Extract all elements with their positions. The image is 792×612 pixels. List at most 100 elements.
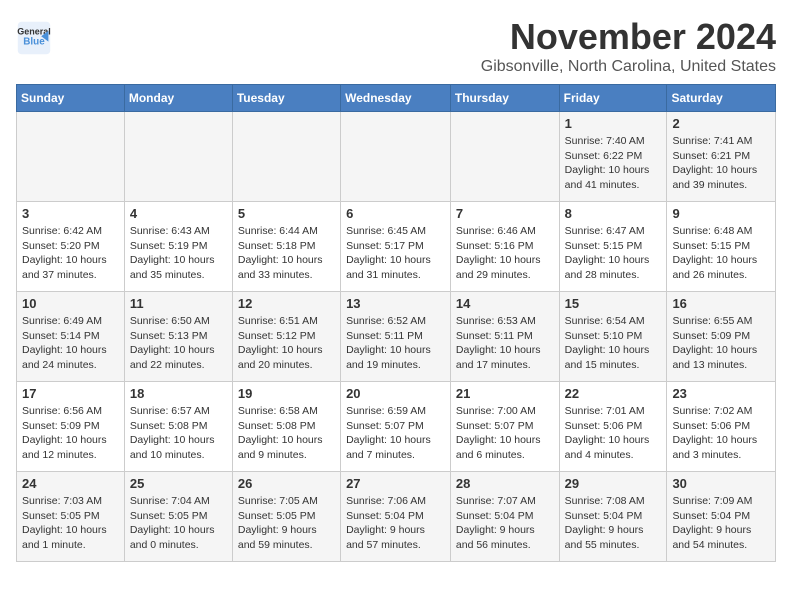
day-info: Sunrise: 6:43 AM Sunset: 5:19 PM Dayligh… bbox=[130, 224, 227, 283]
calendar-day-cell: 4 Sunrise: 6:43 AM Sunset: 5:19 PM Daylig… bbox=[124, 202, 232, 292]
calendar-day-cell: 11 Sunrise: 6:50 AM Sunset: 5:13 PM Dayli… bbox=[124, 292, 232, 382]
calendar-week-row: 10 Sunrise: 6:49 AM Sunset: 5:14 PM Dayli… bbox=[17, 292, 776, 382]
day-info: Sunrise: 6:56 AM Sunset: 5:09 PM Dayligh… bbox=[22, 404, 119, 463]
weekday-header: Saturday bbox=[667, 85, 776, 112]
calendar-day-cell: 12 Sunrise: 6:51 AM Sunset: 5:12 PM Dayli… bbox=[232, 292, 340, 382]
day-info: Sunrise: 6:44 AM Sunset: 5:18 PM Dayligh… bbox=[238, 224, 335, 283]
calendar-day-cell: 7 Sunrise: 6:46 AM Sunset: 5:16 PM Daylig… bbox=[450, 202, 559, 292]
calendar-day-cell: 5 Sunrise: 6:44 AM Sunset: 5:18 PM Daylig… bbox=[232, 202, 340, 292]
weekday-header: Monday bbox=[124, 85, 232, 112]
calendar-day-cell bbox=[450, 112, 559, 202]
day-number: 13 bbox=[346, 296, 445, 311]
day-info: Sunrise: 6:52 AM Sunset: 5:11 PM Dayligh… bbox=[346, 314, 445, 373]
day-number: 6 bbox=[346, 206, 445, 221]
day-number: 25 bbox=[130, 476, 227, 491]
day-info: Sunrise: 6:50 AM Sunset: 5:13 PM Dayligh… bbox=[130, 314, 227, 373]
calendar-day-cell: 19 Sunrise: 6:58 AM Sunset: 5:08 PM Dayli… bbox=[232, 382, 340, 472]
day-number: 9 bbox=[672, 206, 770, 221]
calendar-day-cell: 16 Sunrise: 6:55 AM Sunset: 5:09 PM Dayli… bbox=[667, 292, 776, 382]
day-info: Sunrise: 7:00 AM Sunset: 5:07 PM Dayligh… bbox=[456, 404, 554, 463]
day-info: Sunrise: 7:09 AM Sunset: 5:04 PM Dayligh… bbox=[672, 494, 770, 553]
calendar-week-row: 24Sunrise: 7:03 AM Sunset: 5:05 PM Dayli… bbox=[17, 472, 776, 562]
calendar-day-cell: 17Sunrise: 6:56 AM Sunset: 5:09 PM Dayli… bbox=[17, 382, 125, 472]
calendar-day-cell: 21 Sunrise: 7:00 AM Sunset: 5:07 PM Dayli… bbox=[450, 382, 559, 472]
day-info: Sunrise: 6:53 AM Sunset: 5:11 PM Dayligh… bbox=[456, 314, 554, 373]
calendar-day-cell bbox=[124, 112, 232, 202]
day-info: Sunrise: 6:51 AM Sunset: 5:12 PM Dayligh… bbox=[238, 314, 335, 373]
day-info: Sunrise: 7:06 AM Sunset: 5:04 PM Dayligh… bbox=[346, 494, 445, 553]
calendar-day-cell: 30 Sunrise: 7:09 AM Sunset: 5:04 PM Dayli… bbox=[667, 472, 776, 562]
calendar-body: 1 Sunrise: 7:40 AM Sunset: 6:22 PM Daylig… bbox=[17, 112, 776, 562]
day-number: 22 bbox=[565, 386, 662, 401]
day-number: 14 bbox=[456, 296, 554, 311]
day-info: Sunrise: 6:54 AM Sunset: 5:10 PM Dayligh… bbox=[565, 314, 662, 373]
day-info: Sunrise: 6:47 AM Sunset: 5:15 PM Dayligh… bbox=[565, 224, 662, 283]
calendar-day-cell: 1 Sunrise: 7:40 AM Sunset: 6:22 PM Daylig… bbox=[559, 112, 667, 202]
calendar-day-cell: 20Sunrise: 6:59 AM Sunset: 5:07 PM Dayli… bbox=[341, 382, 451, 472]
calendar-day-cell: 8 Sunrise: 6:47 AM Sunset: 5:15 PM Daylig… bbox=[559, 202, 667, 292]
calendar-day-cell: 9 Sunrise: 6:48 AM Sunset: 5:15 PM Daylig… bbox=[667, 202, 776, 292]
calendar-day-cell bbox=[232, 112, 340, 202]
day-number: 19 bbox=[238, 386, 335, 401]
header: General Blue November 2024 Gibsonville, … bbox=[16, 16, 776, 76]
weekday-header: Sunday bbox=[17, 85, 125, 112]
day-info: Sunrise: 7:03 AM Sunset: 5:05 PM Dayligh… bbox=[22, 494, 119, 553]
calendar-day-cell: 10 Sunrise: 6:49 AM Sunset: 5:14 PM Dayli… bbox=[17, 292, 125, 382]
calendar-day-cell: 28 Sunrise: 7:07 AM Sunset: 5:04 PM Dayli… bbox=[450, 472, 559, 562]
logo-icon: General Blue bbox=[16, 20, 52, 56]
day-number: 5 bbox=[238, 206, 335, 221]
day-info: Sunrise: 6:55 AM Sunset: 5:09 PM Dayligh… bbox=[672, 314, 770, 373]
calendar-day-cell: 13 Sunrise: 6:52 AM Sunset: 5:11 PM Dayli… bbox=[341, 292, 451, 382]
calendar-day-cell bbox=[17, 112, 125, 202]
day-number: 7 bbox=[456, 206, 554, 221]
day-info: Sunrise: 7:41 AM Sunset: 6:21 PM Dayligh… bbox=[672, 134, 770, 193]
day-number: 21 bbox=[456, 386, 554, 401]
day-number: 29 bbox=[565, 476, 662, 491]
day-number: 11 bbox=[130, 296, 227, 311]
day-number: 20 bbox=[346, 386, 445, 401]
day-info: Sunrise: 7:05 AM Sunset: 5:05 PM Dayligh… bbox=[238, 494, 335, 553]
day-number: 30 bbox=[672, 476, 770, 491]
logo: General Blue bbox=[16, 20, 54, 56]
weekday-header: Thursday bbox=[450, 85, 559, 112]
day-info: Sunrise: 7:07 AM Sunset: 5:04 PM Dayligh… bbox=[456, 494, 554, 553]
day-number: 2 bbox=[672, 116, 770, 131]
day-number: 1 bbox=[565, 116, 662, 131]
day-info: Sunrise: 6:45 AM Sunset: 5:17 PM Dayligh… bbox=[346, 224, 445, 283]
calendar-day-cell bbox=[341, 112, 451, 202]
calendar-header: SundayMondayTuesdayWednesdayThursdayFrid… bbox=[17, 85, 776, 112]
day-number: 28 bbox=[456, 476, 554, 491]
day-number: 12 bbox=[238, 296, 335, 311]
calendar-day-cell: 25 Sunrise: 7:04 AM Sunset: 5:05 PM Dayli… bbox=[124, 472, 232, 562]
day-info: Sunrise: 7:04 AM Sunset: 5:05 PM Dayligh… bbox=[130, 494, 227, 553]
day-info: Sunrise: 6:58 AM Sunset: 5:08 PM Dayligh… bbox=[238, 404, 335, 463]
day-info: Sunrise: 6:48 AM Sunset: 5:15 PM Dayligh… bbox=[672, 224, 770, 283]
day-info: Sunrise: 7:08 AM Sunset: 5:04 PM Dayligh… bbox=[565, 494, 662, 553]
calendar-day-cell: 14 Sunrise: 6:53 AM Sunset: 5:11 PM Dayli… bbox=[450, 292, 559, 382]
calendar-week-row: 3 Sunrise: 6:42 AM Sunset: 5:20 PM Daylig… bbox=[17, 202, 776, 292]
calendar-table: SundayMondayTuesdayWednesdayThursdayFrid… bbox=[16, 84, 776, 562]
day-info: Sunrise: 6:49 AM Sunset: 5:14 PM Dayligh… bbox=[22, 314, 119, 373]
day-number: 26 bbox=[238, 476, 335, 491]
day-number: 8 bbox=[565, 206, 662, 221]
weekday-header: Tuesday bbox=[232, 85, 340, 112]
calendar-week-row: 1 Sunrise: 7:40 AM Sunset: 6:22 PM Daylig… bbox=[17, 112, 776, 202]
calendar-day-cell: 6 Sunrise: 6:45 AM Sunset: 5:17 PM Daylig… bbox=[341, 202, 451, 292]
day-number: 16 bbox=[672, 296, 770, 311]
calendar-day-cell: 27 Sunrise: 7:06 AM Sunset: 5:04 PM Dayli… bbox=[341, 472, 451, 562]
day-number: 15 bbox=[565, 296, 662, 311]
calendar-day-cell: 3 Sunrise: 6:42 AM Sunset: 5:20 PM Daylig… bbox=[17, 202, 125, 292]
day-info: Sunrise: 6:42 AM Sunset: 5:20 PM Dayligh… bbox=[22, 224, 119, 283]
svg-text:Blue: Blue bbox=[23, 36, 45, 47]
calendar-day-cell: 18Sunrise: 6:57 AM Sunset: 5:08 PM Dayli… bbox=[124, 382, 232, 472]
day-number: 27 bbox=[346, 476, 445, 491]
title-block: November 2024 Gibsonville, North Carolin… bbox=[481, 16, 776, 76]
day-number: 4 bbox=[130, 206, 227, 221]
day-number: 10 bbox=[22, 296, 119, 311]
header-row: SundayMondayTuesdayWednesdayThursdayFrid… bbox=[17, 85, 776, 112]
calendar-day-cell: 23Sunrise: 7:02 AM Sunset: 5:06 PM Dayli… bbox=[667, 382, 776, 472]
day-info: Sunrise: 7:40 AM Sunset: 6:22 PM Dayligh… bbox=[565, 134, 662, 193]
day-number: 3 bbox=[22, 206, 119, 221]
day-info: Sunrise: 6:46 AM Sunset: 5:16 PM Dayligh… bbox=[456, 224, 554, 283]
calendar-day-cell: 29 Sunrise: 7:08 AM Sunset: 5:04 PM Dayli… bbox=[559, 472, 667, 562]
